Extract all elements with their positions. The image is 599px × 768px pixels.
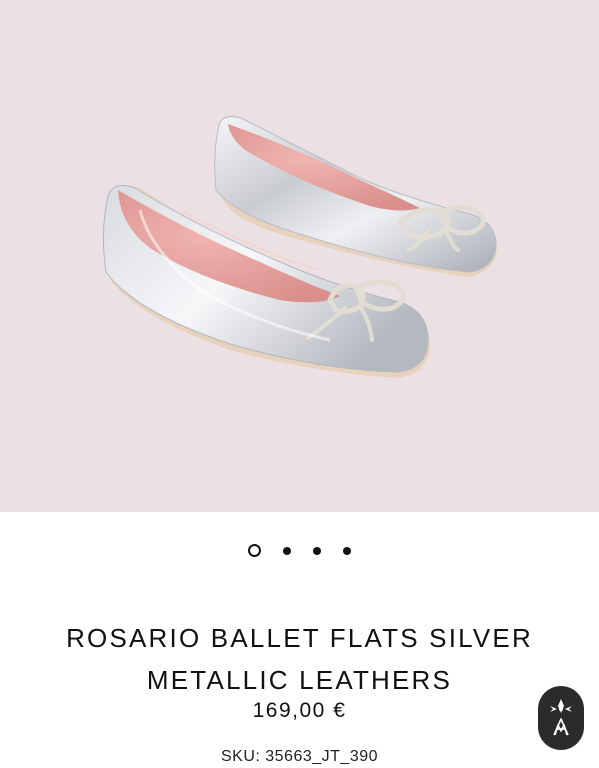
gallery-dot-1[interactable] — [248, 544, 261, 557]
product-price: 169,00 € — [252, 699, 347, 722]
product-sku: SKU: 35663_JT_390 — [220, 748, 379, 765]
brand-emblem-icon — [550, 699, 572, 736]
gallery-pagination — [0, 544, 599, 557]
ballet-flats-illustration — [102, 116, 498, 378]
gallery-dot-2[interactable] — [283, 546, 291, 555]
chat-button[interactable] — [538, 686, 584, 750]
product-image[interactable] — [0, 0, 599, 512]
gallery-dot-3[interactable] — [313, 546, 321, 555]
gallery-dot-4[interactable] — [343, 546, 351, 555]
product-title: ROSARIO BALLET FLATS SILVER METALLIC LEA… — [66, 623, 533, 696]
